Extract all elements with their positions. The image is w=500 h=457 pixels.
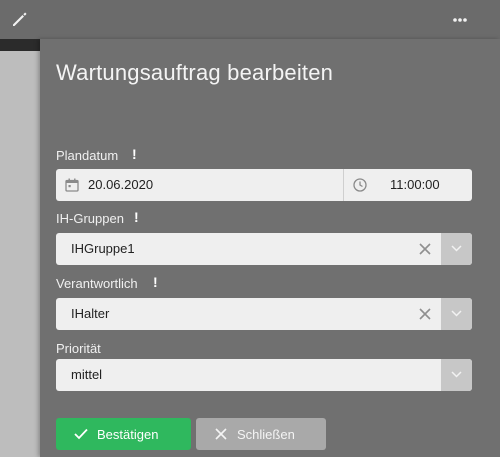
ih-gruppen-value: IHGruppe1 [71,241,135,256]
clock-icon[interactable] [353,178,367,192]
close-button[interactable]: Schließen [196,418,326,450]
clear-icon[interactable] [418,307,432,321]
top-bar [0,0,500,39]
prioritaet-value: mittel [71,367,103,382]
plandatum-field: 20.06.2020 11:00:00 [56,169,472,201]
confirm-button-label: Bestätigen [97,427,159,442]
verantwortlich-value: IHalter [71,306,110,321]
check-icon [74,428,88,440]
required-indicator: ! [132,146,137,162]
dropdown-toggle[interactable] [441,298,472,330]
required-indicator: ! [134,209,139,225]
background-panel [0,39,40,457]
close-button-label: Schließen [237,427,295,442]
clear-icon[interactable] [418,242,432,256]
chevron-down-icon [451,310,462,317]
dropdown-toggle[interactable] [441,359,472,391]
pencil-icon[interactable] [11,10,29,28]
plandatum-label: Plandatum [56,148,119,163]
verantwortlich-select[interactable]: IHalter [56,298,472,330]
time-value[interactable]: 11:00:00 [390,177,440,192]
prioritaet-label: Priorität [56,341,101,356]
confirm-button[interactable]: Bestätigen [56,418,191,450]
ih-gruppen-label: IH-Gruppen [56,211,124,226]
required-indicator: ! [153,274,158,290]
prioritaet-select[interactable]: mittel [56,359,472,391]
background-header-bar [0,39,40,51]
verantwortlich-label: Verantwortlich [56,276,138,291]
calendar-icon[interactable] [65,178,79,192]
dialog-title: Wartungsauftrag bearbeiten [56,60,334,85]
chevron-down-icon [451,371,462,378]
ih-gruppen-select[interactable]: IHGruppe1 [56,233,472,265]
date-time-separator [343,169,344,201]
date-value[interactable]: 20.06.2020 [88,177,153,192]
close-icon [215,428,227,440]
chevron-down-icon [451,245,462,252]
more-horizontal-icon[interactable] [450,12,470,28]
dropdown-toggle[interactable] [441,233,472,265]
